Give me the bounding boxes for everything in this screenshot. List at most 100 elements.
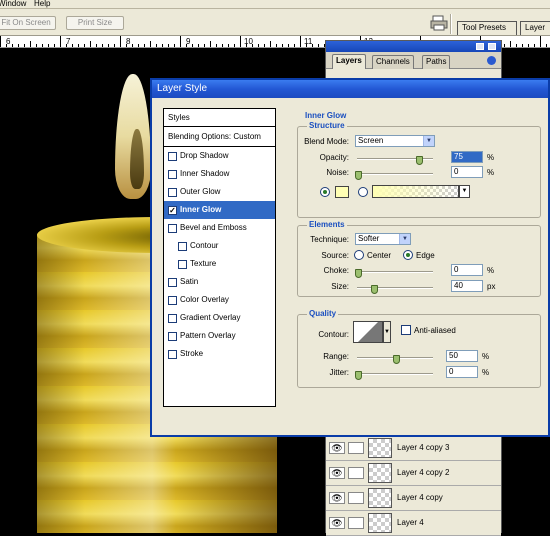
tab-channels[interactable]: Channels xyxy=(372,55,414,69)
style-item-inner-glow[interactable]: ✓ Inner Glow xyxy=(164,201,275,219)
blending-options[interactable]: Blending Options: Custom xyxy=(164,127,275,147)
quality-label: Quality xyxy=(307,309,339,318)
contour-preview[interactable] xyxy=(353,321,383,343)
chevron-down-icon[interactable]: ▼ xyxy=(383,321,391,343)
layer-row[interactable]: 👁 Layer 4 copy xyxy=(326,486,501,511)
style-checkbox[interactable]: ✓ xyxy=(168,206,177,215)
noise-slider[interactable] xyxy=(357,173,433,175)
size-input[interactable]: 40 xyxy=(451,280,483,292)
jitter-input[interactable]: 0 xyxy=(446,366,478,378)
tab-layers[interactable]: Layers xyxy=(332,54,366,69)
ruler-tick xyxy=(126,44,127,47)
link-icon[interactable] xyxy=(348,467,364,479)
link-icon[interactable] xyxy=(348,442,364,454)
jitter-slider[interactable] xyxy=(357,373,433,375)
noise-input[interactable]: 0 xyxy=(451,166,483,178)
style-checkbox[interactable] xyxy=(168,278,177,287)
fit-on-screen-button[interactable]: Fit On Screen xyxy=(0,16,56,30)
minimize-icon[interactable] xyxy=(476,43,484,50)
close-icon[interactable] xyxy=(488,43,496,50)
choke-slider[interactable] xyxy=(357,271,433,273)
tab-paths[interactable]: Paths xyxy=(422,55,451,69)
ruler-tick xyxy=(60,36,61,47)
tool-presets-tab[interactable]: Tool Presets xyxy=(457,21,517,35)
jitter-slider-handle[interactable] xyxy=(355,371,362,380)
style-item-satin[interactable]: Satin xyxy=(164,273,275,291)
chevron-down-icon[interactable]: ▼ xyxy=(399,234,410,244)
eye-icon[interactable]: 👁 xyxy=(329,467,345,479)
style-item-gradient-overlay[interactable]: Gradient Overlay xyxy=(164,309,275,327)
source-center-radio[interactable] xyxy=(354,250,364,260)
style-checkbox[interactable] xyxy=(178,260,187,269)
glow-gradient-radio[interactable] xyxy=(358,187,368,197)
technique-value: Softer xyxy=(358,234,380,243)
ruler-tick xyxy=(258,44,259,47)
jitter-unit: % xyxy=(482,368,490,377)
print-size-button[interactable]: Print Size xyxy=(66,16,124,30)
ruler-tick xyxy=(180,36,181,47)
source-edge-label[interactable]: Edge xyxy=(416,251,435,260)
style-checkbox[interactable] xyxy=(168,350,177,359)
size-label: Size: xyxy=(331,282,349,291)
link-icon[interactable] xyxy=(348,517,364,529)
styles-header[interactable]: Styles xyxy=(164,109,275,127)
menu-window[interactable]: Window xyxy=(0,0,26,8)
style-item-stroke[interactable]: Stroke xyxy=(164,345,275,363)
menu-help[interactable]: Help xyxy=(34,0,50,8)
ruler-tick xyxy=(186,44,187,47)
link-icon[interactable] xyxy=(348,492,364,504)
palette-menu-icon[interactable] xyxy=(487,56,496,65)
style-checkbox[interactable] xyxy=(168,224,177,233)
style-item-bevel-and-emboss[interactable]: Bevel and Emboss xyxy=(164,219,275,237)
size-slider[interactable] xyxy=(357,287,433,289)
anti-aliased-label[interactable]: Anti-aliased xyxy=(414,326,456,335)
noise-slider-handle[interactable] xyxy=(355,171,362,180)
layers-palette-titlebar[interactable] xyxy=(326,41,501,52)
style-checkbox[interactable] xyxy=(168,296,177,305)
choke-input[interactable]: 0 xyxy=(451,264,483,276)
range-input[interactable]: 50 xyxy=(446,350,478,362)
printer-icon[interactable] xyxy=(430,15,448,31)
choke-slider-handle[interactable] xyxy=(355,269,362,278)
style-checkbox[interactable] xyxy=(168,332,177,341)
eye-icon[interactable]: 👁 xyxy=(329,492,345,504)
glow-color-swatch[interactable] xyxy=(335,186,349,198)
eye-icon[interactable]: 👁 xyxy=(329,517,345,529)
layer-row[interactable]: 👁 Layer 4 copy 3 xyxy=(326,436,501,461)
layer-name: Layer 4 copy xyxy=(397,493,443,502)
style-item-outer-glow[interactable]: Outer Glow xyxy=(164,183,275,201)
style-checkbox[interactable] xyxy=(168,188,177,197)
style-item-color-overlay[interactable]: Color Overlay xyxy=(164,291,275,309)
style-item-texture[interactable]: Texture xyxy=(164,255,275,273)
layer-row[interactable]: 👁 Layer 4 copy 2 xyxy=(326,461,501,486)
chevron-down-icon[interactable]: ▼ xyxy=(459,185,470,198)
opacity-slider-handle[interactable] xyxy=(416,156,423,165)
style-item-contour[interactable]: Contour xyxy=(164,237,275,255)
ruler-tick xyxy=(522,44,523,47)
size-slider-handle[interactable] xyxy=(371,285,378,294)
style-item-pattern-overlay[interactable]: Pattern Overlay xyxy=(164,327,275,345)
style-checkbox[interactable] xyxy=(168,170,177,179)
anti-aliased-checkbox[interactable] xyxy=(401,325,411,335)
layer-comps-tab[interactable]: Layer xyxy=(520,21,550,35)
style-checkbox[interactable] xyxy=(168,314,177,323)
chevron-down-icon[interactable]: ▼ xyxy=(423,136,434,146)
opacity-input[interactable]: 75 xyxy=(451,151,483,163)
glow-color-radio[interactable] xyxy=(320,187,330,197)
choke-unit: % xyxy=(487,266,495,275)
style-checkbox[interactable] xyxy=(178,242,187,251)
style-item-label: Color Overlay xyxy=(180,295,229,304)
layer-row[interactable]: 👁 Layer 4 xyxy=(326,511,501,536)
eye-icon[interactable]: 👁 xyxy=(329,442,345,454)
blend-mode-select[interactable]: Screen ▼ xyxy=(355,135,435,147)
source-edge-radio[interactable] xyxy=(403,250,413,260)
style-item-drop-shadow[interactable]: Drop Shadow xyxy=(164,147,275,165)
dialog-title[interactable]: Layer Style xyxy=(152,80,548,98)
glow-gradient-picker[interactable] xyxy=(372,185,459,198)
range-slider-handle[interactable] xyxy=(393,355,400,364)
style-checkbox[interactable] xyxy=(168,152,177,161)
technique-select[interactable]: Softer ▼ xyxy=(355,233,411,245)
style-item-inner-shadow[interactable]: Inner Shadow xyxy=(164,165,275,183)
style-item-label: Pattern Overlay xyxy=(180,331,236,340)
source-center-label[interactable]: Center xyxy=(367,251,391,260)
